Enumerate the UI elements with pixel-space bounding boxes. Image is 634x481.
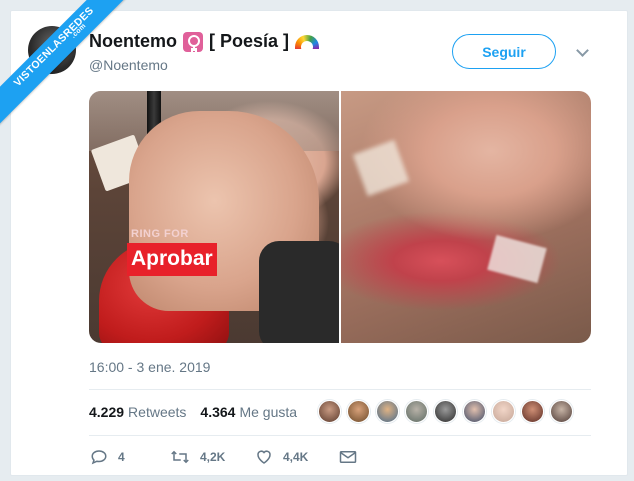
reply-button[interactable]: 4 [90,448,170,466]
heart-icon [257,450,271,464]
liker-avatars [318,400,573,423]
display-name-tag: [ Poesía ] [209,31,290,51]
liker-avatar[interactable] [492,400,515,423]
like-count: 4,4K [283,450,309,464]
likes-label: Me gusta [239,404,298,420]
reply-count: 4 [118,450,125,464]
liker-avatar[interactable] [376,400,399,423]
like-button[interactable]: 4,4K [255,448,339,466]
rainbow-icon [295,34,320,49]
retweets-count: 4.229 [89,404,125,420]
photo-blurred-hit[interactable] [341,91,591,343]
liker-avatar[interactable] [347,400,370,423]
venus-icon [183,31,204,52]
dm-button[interactable] [339,449,357,465]
photo-sleeve [259,241,339,343]
retweets-label: Retweets [128,404,187,420]
reply-icon [91,450,107,465]
retweet-count: 4,2K [200,450,226,464]
mail-icon [339,451,357,463]
follow-button[interactable]: Seguir [452,34,556,69]
likes-stat[interactable]: 4.364 Me gusta [200,404,297,420]
tweet-media: RING FOR Aprobar [89,91,591,343]
divider-bottom [89,435,591,436]
liker-avatar[interactable] [405,400,428,423]
liker-avatar[interactable] [550,400,573,423]
watermark-text: VISTOENLASREDES .com [0,0,130,129]
watermark-ribbon: VISTOENLASREDES .com [0,0,130,130]
image-overlay-label: Aprobar [127,243,217,276]
liker-avatar[interactable] [434,400,457,423]
photo-blur-card [487,234,547,284]
tweet-actions: 4 4,2K 4,4K [90,448,357,466]
tweet-timestamp[interactable]: 16:00 - 3 ene. 2019 [89,359,210,375]
retweet-button[interactable]: 4,2K [170,448,255,466]
liker-avatar[interactable] [521,400,544,423]
retweets-stat[interactable]: 4.229 Retweets [89,404,186,420]
liker-avatar[interactable] [318,400,341,423]
likes-count: 4.364 [200,404,236,420]
divider-top [89,389,591,390]
photo-blur-sign [352,139,410,197]
engagement-stats: 4.229 Retweets 4.364 Me gusta [89,404,297,420]
retweet-icon [171,450,189,464]
bell-printed-text: RING FOR [131,228,189,240]
liker-avatar[interactable] [463,400,486,423]
